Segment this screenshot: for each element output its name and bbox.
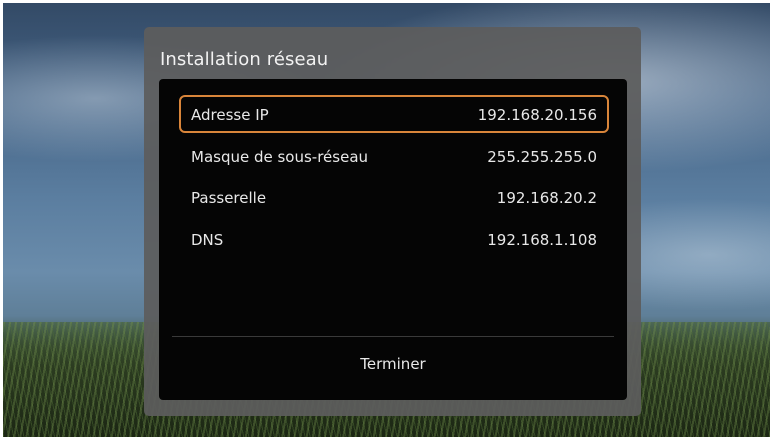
dns-label: DNS (191, 231, 224, 249)
subnet-mask-value: 255.255.255.0 (487, 148, 597, 166)
dns-row[interactable]: DNS 192.168.1.108 (179, 220, 609, 258)
settings-panel: Adresse IP 192.168.20.156 Masque de sous… (159, 79, 627, 400)
dialog-title: Installation réseau (160, 49, 329, 70)
finish-button[interactable]: Terminer (159, 355, 627, 373)
ip-address-value: 192.168.20.156 (477, 106, 597, 124)
gateway-value: 192.168.20.2 (496, 189, 597, 207)
screen: Installation réseau Adresse IP 192.168.2… (3, 3, 770, 437)
subnet-mask-row[interactable]: Masque de sous-réseau 255.255.255.0 (179, 137, 609, 175)
gateway-row[interactable]: Passerelle 192.168.20.2 (179, 178, 609, 216)
ip-address-label: Adresse IP (191, 106, 269, 124)
network-setup-dialog: Installation réseau Adresse IP 192.168.2… (144, 27, 641, 416)
panel-divider (172, 336, 614, 337)
gateway-label: Passerelle (191, 189, 267, 207)
ip-address-row[interactable]: Adresse IP 192.168.20.156 (179, 95, 609, 133)
subnet-mask-label: Masque de sous-réseau (191, 148, 369, 166)
dns-value: 192.168.1.108 (487, 231, 597, 249)
